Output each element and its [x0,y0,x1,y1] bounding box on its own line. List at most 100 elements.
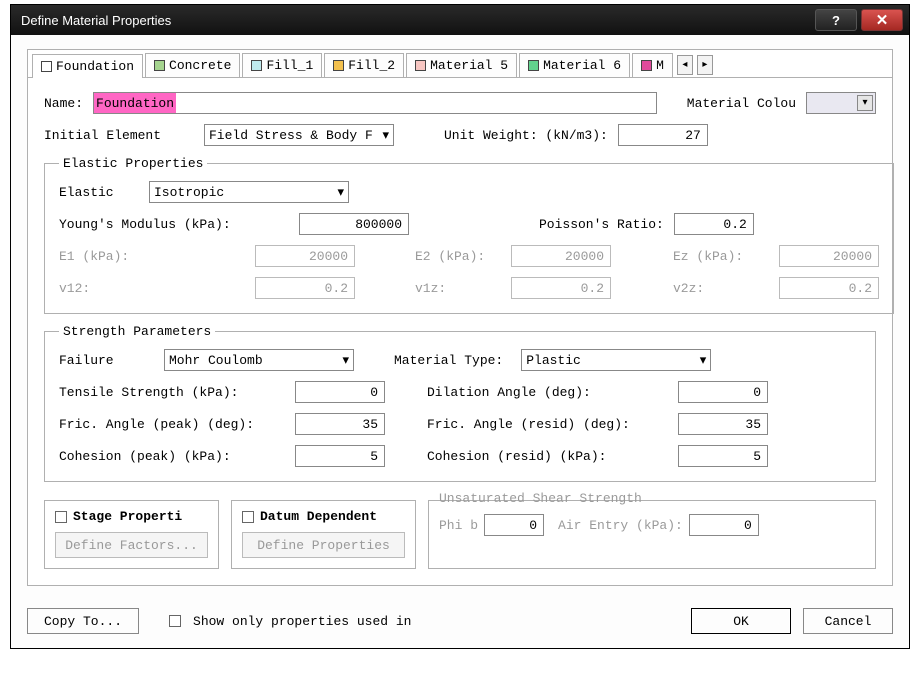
tabs-scroll-left[interactable]: ◂ [677,55,693,75]
tab-body: Name: Foundation Material Colou ▾ Initia… [27,77,893,586]
unsat-legend: Unsaturated Shear Strength [439,491,865,506]
material-type-label: Material Type: [394,353,503,368]
v12-input [255,277,355,299]
air-entry-input [689,514,759,536]
dialog-footer: Copy To... Show only properties used in … [11,596,909,648]
dilation-angle-input[interactable] [678,381,768,403]
material-properties-dialog: Define Material Properties ? ✕ Foundatio… [10,4,910,649]
material-name-value: Foundation [94,93,176,113]
tab-label: Concrete [169,58,231,73]
e1-input [255,245,355,267]
tensile-strength-label: Tensile Strength (kPa): [59,385,289,400]
fric-angle-peak-input[interactable] [295,413,385,435]
v12-label: v12: [59,281,249,296]
poissons-ratio-input[interactable] [674,213,754,235]
chevron-down-icon: ▾ [700,353,707,368]
name-label: Name: [44,96,83,111]
dilation-angle-label: Dilation Angle (deg): [427,385,672,400]
unit-weight-input[interactable] [618,124,708,146]
tab-label: Foundation [56,59,134,74]
chevron-down-icon: ▾ [337,185,344,200]
stage-properties-box: Stage Properti Define Factors... [44,500,219,569]
v1z-input [511,277,611,299]
elastic-properties-group: Elastic Properties Elastic Isotropic ▾ Y… [44,156,894,314]
tab-fill-1[interactable]: Fill_1 [242,53,322,77]
tab-swatch-icon [251,60,262,71]
show-only-checkbox[interactable] [169,615,181,627]
fric-angle-resid-label: Fric. Angle (resid) (deg): [427,417,672,432]
phi-b-input [484,514,544,536]
cohesion-peak-input[interactable] [295,445,385,467]
datum-dependent-label: Datum Dependent [260,509,377,524]
poissons-ratio-label: Poisson's Ratio: [539,217,664,232]
fric-angle-peak-label: Fric. Angle (peak) (deg): [59,417,289,432]
initial-element-label: Initial Element [44,128,194,143]
define-properties-button[interactable]: Define Properties [242,532,405,558]
tensile-strength-input[interactable] [295,381,385,403]
tab-material-6[interactable]: Material 6 [519,53,630,77]
datum-dependent-checkbox[interactable] [242,511,254,523]
tab-material-7-truncated[interactable]: M [632,53,673,77]
material-name-input[interactable]: Foundation [93,92,657,114]
tab-concrete[interactable]: Concrete [145,53,240,77]
material-type-value: Plastic [526,353,581,368]
v2z-label: v2z: [673,281,773,296]
datum-dependent-box: Datum Dependent Define Properties [231,500,416,569]
tab-label: M [656,58,664,73]
material-color-label: Material Colou [687,96,796,111]
chevron-down-icon: ▾ [342,353,349,368]
tab-label: Material 6 [543,58,621,73]
unit-weight-label: Unit Weight: (kN/m3): [444,128,608,143]
stage-properties-label: Stage Properti [73,509,182,524]
ok-button[interactable]: OK [691,608,791,634]
cohesion-peak-label: Cohesion (peak) (kPa): [59,449,289,464]
v2z-input [779,277,879,299]
tab-foundation[interactable]: Foundation [32,54,143,78]
tab-swatch-icon [154,60,165,71]
copy-to-button[interactable]: Copy To... [27,608,139,634]
material-type-select[interactable]: Plastic ▾ [521,349,711,371]
material-color-select[interactable]: ▾ [806,92,876,114]
tabs-scroll-right[interactable]: ▸ [697,55,713,75]
strength-parameters-group: Strength Parameters Failure Mohr Coulomb… [44,324,876,482]
youngs-modulus-input[interactable] [299,213,409,235]
v1z-label: v1z: [415,281,505,296]
strength-legend: Strength Parameters [59,324,215,339]
tab-fill-2[interactable]: Fill_2 [324,53,404,77]
cohesion-resid-label: Cohesion (resid) (kPa): [427,449,672,464]
tab-label: Fill_1 [266,58,313,73]
fric-angle-resid-input[interactable] [678,413,768,435]
failure-select[interactable]: Mohr Coulomb ▾ [164,349,354,371]
tab-label: Fill_2 [348,58,395,73]
tab-swatch-icon [333,60,344,71]
youngs-modulus-label: Young's Modulus (kPa): [59,217,289,232]
window-title: Define Material Properties [21,13,811,28]
e2-label: E2 (kPa): [415,249,505,264]
unsaturated-shear-box: Unsaturated Shear Strength Phi b Air Ent… [428,500,876,569]
cohesion-resid-input[interactable] [678,445,768,467]
tab-swatch-icon [528,60,539,71]
close-button[interactable]: ✕ [861,9,903,31]
help-button[interactable]: ? [815,9,857,31]
e1-label: E1 (kPa): [59,249,249,264]
chevron-down-icon: ▾ [857,95,873,111]
tab-label: Material 5 [430,58,508,73]
show-only-label: Show only properties used in [193,614,411,629]
elastic-type-select[interactable]: Isotropic ▾ [149,181,349,203]
air-entry-label: Air Entry (kPa): [558,518,683,533]
elastic-type-value: Isotropic [154,185,224,200]
stage-properties-checkbox[interactable] [55,511,67,523]
title-bar: Define Material Properties ? ✕ [11,5,909,35]
failure-value: Mohr Coulomb [169,353,263,368]
failure-label: Failure [59,353,154,368]
elastic-type-label: Elastic [59,185,139,200]
cancel-button[interactable]: Cancel [803,608,893,634]
initial-element-select[interactable]: Field Stress & Body F ▾ [204,124,394,146]
tab-swatch-icon [415,60,426,71]
elastic-legend: Elastic Properties [59,156,207,171]
e2-input [511,245,611,267]
define-factors-button[interactable]: Define Factors... [55,532,208,558]
tab-material-5[interactable]: Material 5 [406,53,517,77]
tab-swatch-icon [641,60,652,71]
ez-input [779,245,879,267]
